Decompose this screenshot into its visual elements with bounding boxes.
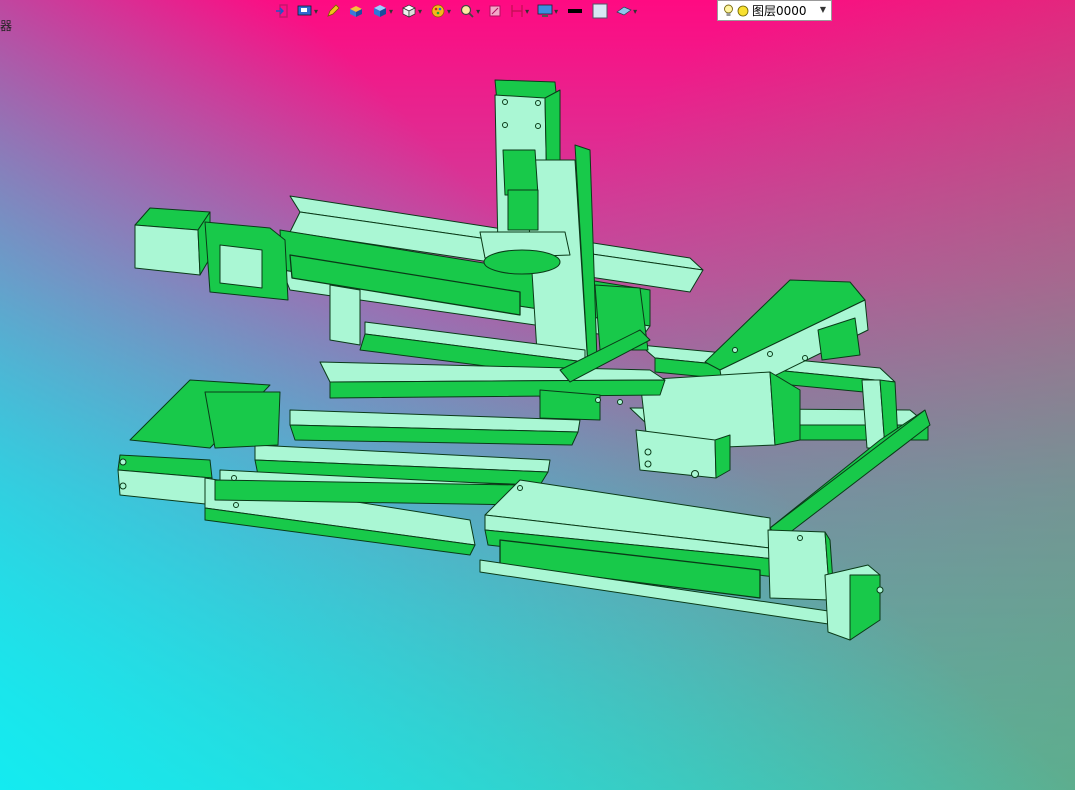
left-motor [134, 207, 289, 301]
cad-model[interactable] [0, 0, 1075, 790]
tray-stack [219, 321, 666, 501]
front-base [204, 477, 526, 556]
